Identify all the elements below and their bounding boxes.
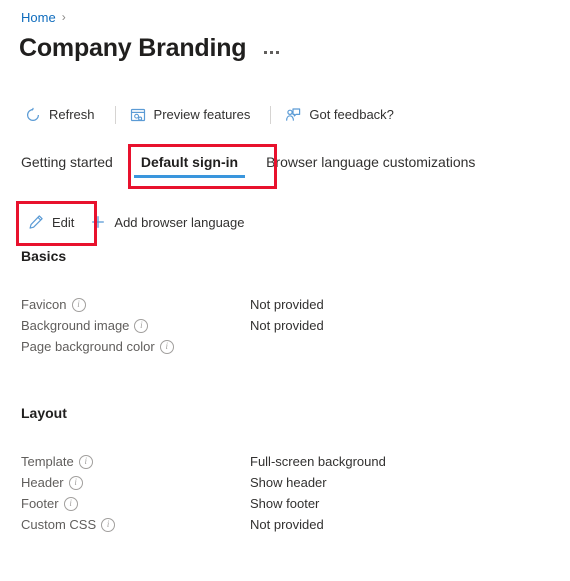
got-feedback-label: Got feedback? [309,107,394,122]
feedback-icon [285,107,301,123]
basics-property-list: Favicon i Not provided Background image … [21,296,451,359]
add-browser-language-label: Add browser language [114,214,245,230]
info-icon[interactable]: i [63,496,78,511]
info-icon[interactable]: i [101,517,116,532]
property-label-text: Header [21,475,64,490]
section-heading-basics: Basics [21,248,67,264]
tab-browser-language-customizations[interactable]: Browser language customizations [252,152,489,182]
property-label-text: Background image [21,318,130,333]
property-label: Background image i [21,317,250,334]
property-value: Show header [250,475,327,490]
property-value: Not provided [250,318,324,333]
refresh-icon [25,107,41,123]
command-separator [270,106,272,124]
tab-default-sign-in[interactable]: Default sign-in [127,152,252,182]
page-title: Company Branding [19,34,247,62]
property-label-text: Footer [21,496,59,511]
tab-selected-underline [133,175,246,178]
preview-features-icon [130,107,146,123]
tab-getting-started[interactable]: Getting started [21,152,127,182]
more-options-button[interactable] [262,47,281,63]
property-label: Header i [21,474,250,491]
command-separator [114,106,116,124]
tab-label: Default sign-in [140,154,239,170]
preview-features-button[interactable]: Preview features [126,102,261,128]
property-row-favicon: Favicon i Not provided [21,296,451,317]
plus-icon [90,214,106,230]
got-feedback-button[interactable]: Got feedback? [281,102,404,128]
pencil-icon [28,214,44,230]
ellipsis-icon [270,51,274,54]
chevron-right-icon: › [61,10,66,24]
add-browser-language-button[interactable]: Add browser language [84,209,254,235]
page-header: Company Branding [19,33,281,63]
property-label: Footer i [21,495,250,512]
property-row-header: Header i Show header [21,474,451,495]
info-icon[interactable]: i [68,475,83,490]
layout-property-list: Template i Full-screen background Header… [21,453,451,537]
refresh-label: Refresh [49,107,95,122]
property-label: Favicon i [21,296,250,313]
info-icon[interactable]: i [71,297,86,312]
property-value: Show footer [250,496,320,511]
preview-features-label: Preview features [153,107,251,122]
property-value: Not provided [250,297,324,312]
ellipsis-icon [276,51,280,54]
property-label-text: Favicon [21,297,67,312]
tab-label: Getting started [21,154,113,170]
edit-button[interactable]: Edit [22,209,84,235]
breadcrumb: Home › [21,9,66,26]
property-row-template: Template i Full-screen background [21,453,451,474]
property-value: Not provided [250,517,324,532]
tab-list: Getting started Default sign-in Browser … [21,152,489,182]
property-label-text: Template [21,454,74,469]
edit-label: Edit [52,214,75,230]
info-icon[interactable]: i [159,339,174,354]
property-row-page-background-color: Page background color i [21,338,451,359]
property-value: Full-screen background [250,454,386,469]
section-heading-layout: Layout [21,405,67,421]
property-label-text: Custom CSS [21,517,97,532]
property-row-custom-css: Custom CSS i Not provided [21,516,451,537]
property-row-background-image: Background image i Not provided [21,317,451,338]
action-bar: Edit Add browser language [22,209,255,235]
property-label-text: Page background color [21,339,155,354]
property-row-footer: Footer i Show footer [21,495,451,516]
info-icon[interactable]: i [78,454,93,469]
breadcrumb-item-home[interactable]: Home [21,9,56,26]
property-label: Page background color i [21,338,250,355]
info-icon[interactable]: i [134,318,149,333]
property-label: Template i [21,453,250,470]
property-label: Custom CSS i [21,516,250,533]
refresh-button[interactable]: Refresh [21,102,105,128]
command-bar: Refresh Preview features Got feedback? [21,100,404,130]
ellipsis-icon [264,51,268,54]
tab-label: Browser language customizations [266,154,476,170]
